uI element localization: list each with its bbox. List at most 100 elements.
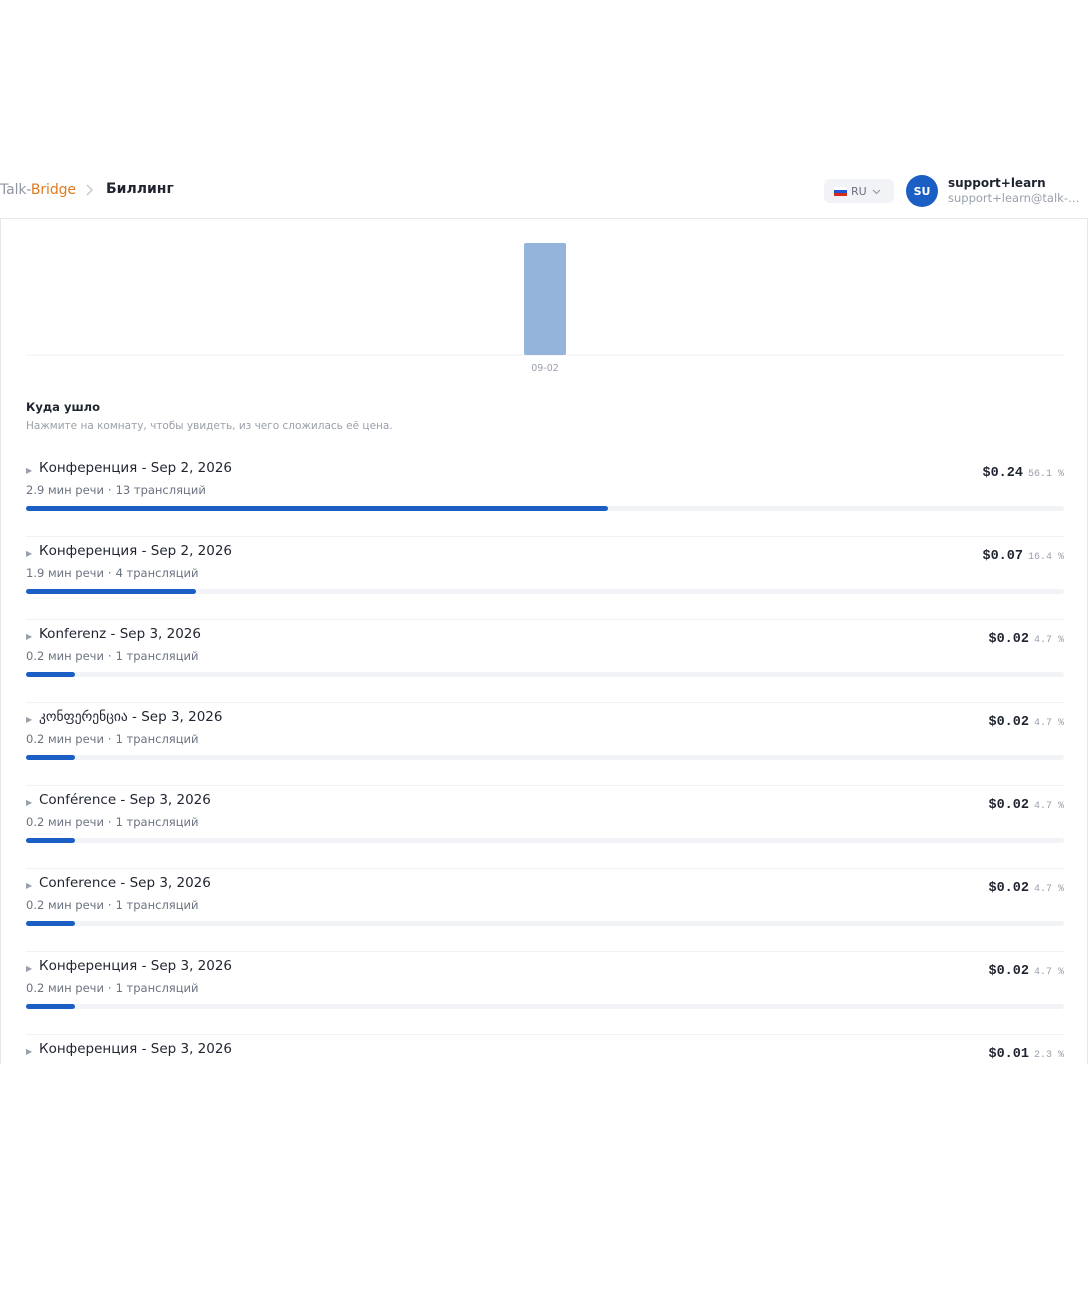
meta-separator: · (107, 649, 112, 663)
logo-bridge: Bridge (30, 182, 76, 198)
room-row[interactable]: ▶ Конференция - Sep 2, 2026 1.9 мин речи · 4… (26, 537, 1064, 620)
room-meta: 0.2 мин речи · 1 трансляций (26, 981, 198, 995)
meta-separator: · (107, 483, 112, 497)
room-streams: 1 трансляций (115, 898, 199, 912)
room-minutes: 1.9 мин речи (26, 566, 104, 580)
room-streams: 1 трансляций (115, 981, 199, 995)
room-cost: $0.24 56.1 % (982, 461, 1064, 481)
expand-triangle-icon[interactable]: ▶ (26, 549, 32, 558)
expand-triangle-icon[interactable]: ▶ (26, 964, 32, 973)
share-bar-fill (26, 672, 75, 677)
chevron-right-icon (84, 183, 94, 197)
language-code: RU (851, 184, 867, 198)
expand-triangle-icon[interactable]: ▶ (26, 1047, 32, 1056)
room-name: კონფერენცია - Sep 3, 2026 (39, 709, 223, 725)
room-amount: $0.01 (988, 1047, 1029, 1062)
room-meta: 0.2 мин речи · 1 трансляций (26, 815, 198, 829)
share-bar-fill (26, 755, 75, 760)
room-name: Конференция - Sep 3, 2026 (39, 1041, 233, 1057)
room-amount: $0.24 (982, 466, 1023, 481)
room-minutes: 0.2 мин речи (26, 649, 104, 663)
room-name: Conference - Sep 3, 2026 (39, 875, 211, 891)
avatar[interactable]: SU (906, 175, 938, 207)
room-row[interactable]: ▶ Конференция - Sep 3, 2026 $0.01 2.3 % (26, 1035, 1064, 1064)
room-percent: 16.4 % (1027, 552, 1064, 563)
room-amount: $0.02 (988, 964, 1029, 979)
billing-panel: 09-02 Куда ушло Нажмите на комнату, чтоб… (0, 219, 1088, 1064)
meta-separator: · (107, 566, 112, 580)
room-cost: $0.01 2.3 % (988, 1042, 1064, 1062)
room-name: Конференция - Sep 2, 2026 (39, 460, 233, 476)
room-meta: 0.2 мин речи · 1 трансляций (26, 898, 198, 912)
room-percent: 4.7 % (1033, 801, 1064, 812)
room-cost: $0.07 16.4 % (982, 544, 1064, 564)
room-streams: 1 трансляций (115, 815, 199, 829)
room-minutes: 0.2 мин речи (26, 732, 104, 746)
room-streams: 4 трансляций (115, 566, 199, 580)
share-bar (26, 838, 1064, 843)
room-meta: 2.9 мин речи · 13 трансляций (26, 483, 206, 497)
share-bar-fill (26, 1004, 75, 1009)
room-streams: 1 трансляций (115, 649, 199, 663)
logo-talk: Talk (0, 182, 27, 198)
breakdown-subtitle: Нажмите на комнату, чтобы увидеть, из че… (26, 420, 393, 432)
room-row[interactable]: ▶ Conférence - Sep 3, 2026 0.2 мин речи · 1 … (26, 786, 1064, 869)
share-bar-fill (26, 838, 75, 843)
meta-separator: · (107, 732, 112, 746)
room-minutes: 0.2 мин речи (26, 898, 104, 912)
room-minutes: 0.2 мин речи (26, 981, 104, 995)
room-percent: 4.7 % (1033, 967, 1064, 978)
top-bar: Talk-Bridge Биллинг RU SU support+learn … (0, 165, 1088, 219)
room-percent: 4.7 % (1033, 884, 1064, 895)
room-row[interactable]: ▶ Konferenz - Sep 3, 2026 0.2 мин речи · 1 т… (26, 620, 1064, 703)
room-row[interactable]: ▶ Conference - Sep 3, 2026 0.2 мин речи · 1 … (26, 869, 1064, 952)
meta-separator: · (107, 981, 112, 995)
room-cost: $0.02 4.7 % (988, 627, 1064, 647)
room-percent: 2.3 % (1033, 1050, 1064, 1061)
share-bar (26, 755, 1064, 760)
room-name: Конференция - Sep 2, 2026 (39, 543, 233, 559)
share-bar (26, 672, 1064, 677)
expand-triangle-icon[interactable]: ▶ (26, 632, 32, 641)
room-minutes: 2.9 мин речи (26, 483, 104, 497)
app-logo[interactable]: Talk-Bridge (0, 182, 76, 198)
room-minutes: 0.2 мин речи (26, 815, 104, 829)
room-percent: 56.1 % (1027, 469, 1064, 480)
room-cost: $0.02 4.7 % (988, 959, 1064, 979)
share-bar-fill (26, 506, 609, 511)
usage-chart-svg: 09-02 (26, 243, 1064, 374)
room-percent: 4.7 % (1033, 635, 1064, 646)
chart-bar[interactable] (524, 243, 566, 355)
share-bar-fill (26, 589, 197, 594)
room-name: Konferenz - Sep 3, 2026 (39, 626, 201, 642)
share-bar-fill (26, 921, 75, 926)
chevron-down-icon (872, 189, 881, 194)
page-title: Биллинг (106, 181, 174, 197)
room-meta: 0.2 мин речи · 1 трансляций (26, 732, 198, 746)
room-amount: $0.02 (988, 798, 1029, 813)
room-name: Конференция - Sep 3, 2026 (39, 958, 233, 974)
room-amount: $0.02 (988, 632, 1029, 647)
room-meta: 0.2 мин речи · 1 трансляций (26, 649, 198, 663)
room-streams: 1 трансляций (115, 732, 199, 746)
room-cost: $0.02 4.7 % (988, 793, 1064, 813)
usage-chart: 09-02 (1, 219, 1087, 379)
flag-stripe (834, 192, 847, 196)
expand-triangle-icon[interactable]: ▶ (26, 715, 32, 724)
expand-triangle-icon[interactable]: ▶ (26, 881, 32, 890)
room-meta: 1.9 мин речи · 4 трансляций (26, 566, 198, 580)
room-amount: $0.02 (988, 715, 1029, 730)
room-streams: 13 трансляций (115, 483, 206, 497)
expand-triangle-icon[interactable]: ▶ (26, 798, 32, 807)
expand-triangle-icon[interactable]: ▶ (26, 466, 32, 475)
room-row[interactable]: ▶ Конференция - Sep 2, 2026 2.9 мин речи · 1… (26, 454, 1064, 537)
room-list: ▶ Конференция - Sep 2, 2026 2.9 мин речи · 1… (26, 454, 1064, 1064)
meta-separator: · (107, 815, 112, 829)
room-amount: $0.02 (988, 881, 1029, 896)
room-row[interactable]: ▶ Конференция - Sep 3, 2026 0.2 мин речи · 1… (26, 952, 1064, 1035)
room-amount: $0.07 (982, 549, 1023, 564)
flag-icon (834, 186, 847, 196)
language-selector[interactable]: RU (824, 179, 894, 203)
room-row[interactable]: ▶ კონფერენცია - Sep 3, 2026 0.2 мин речи · 1… (26, 703, 1064, 786)
user-email: support+learn@talk-bridge.com (948, 191, 1086, 205)
